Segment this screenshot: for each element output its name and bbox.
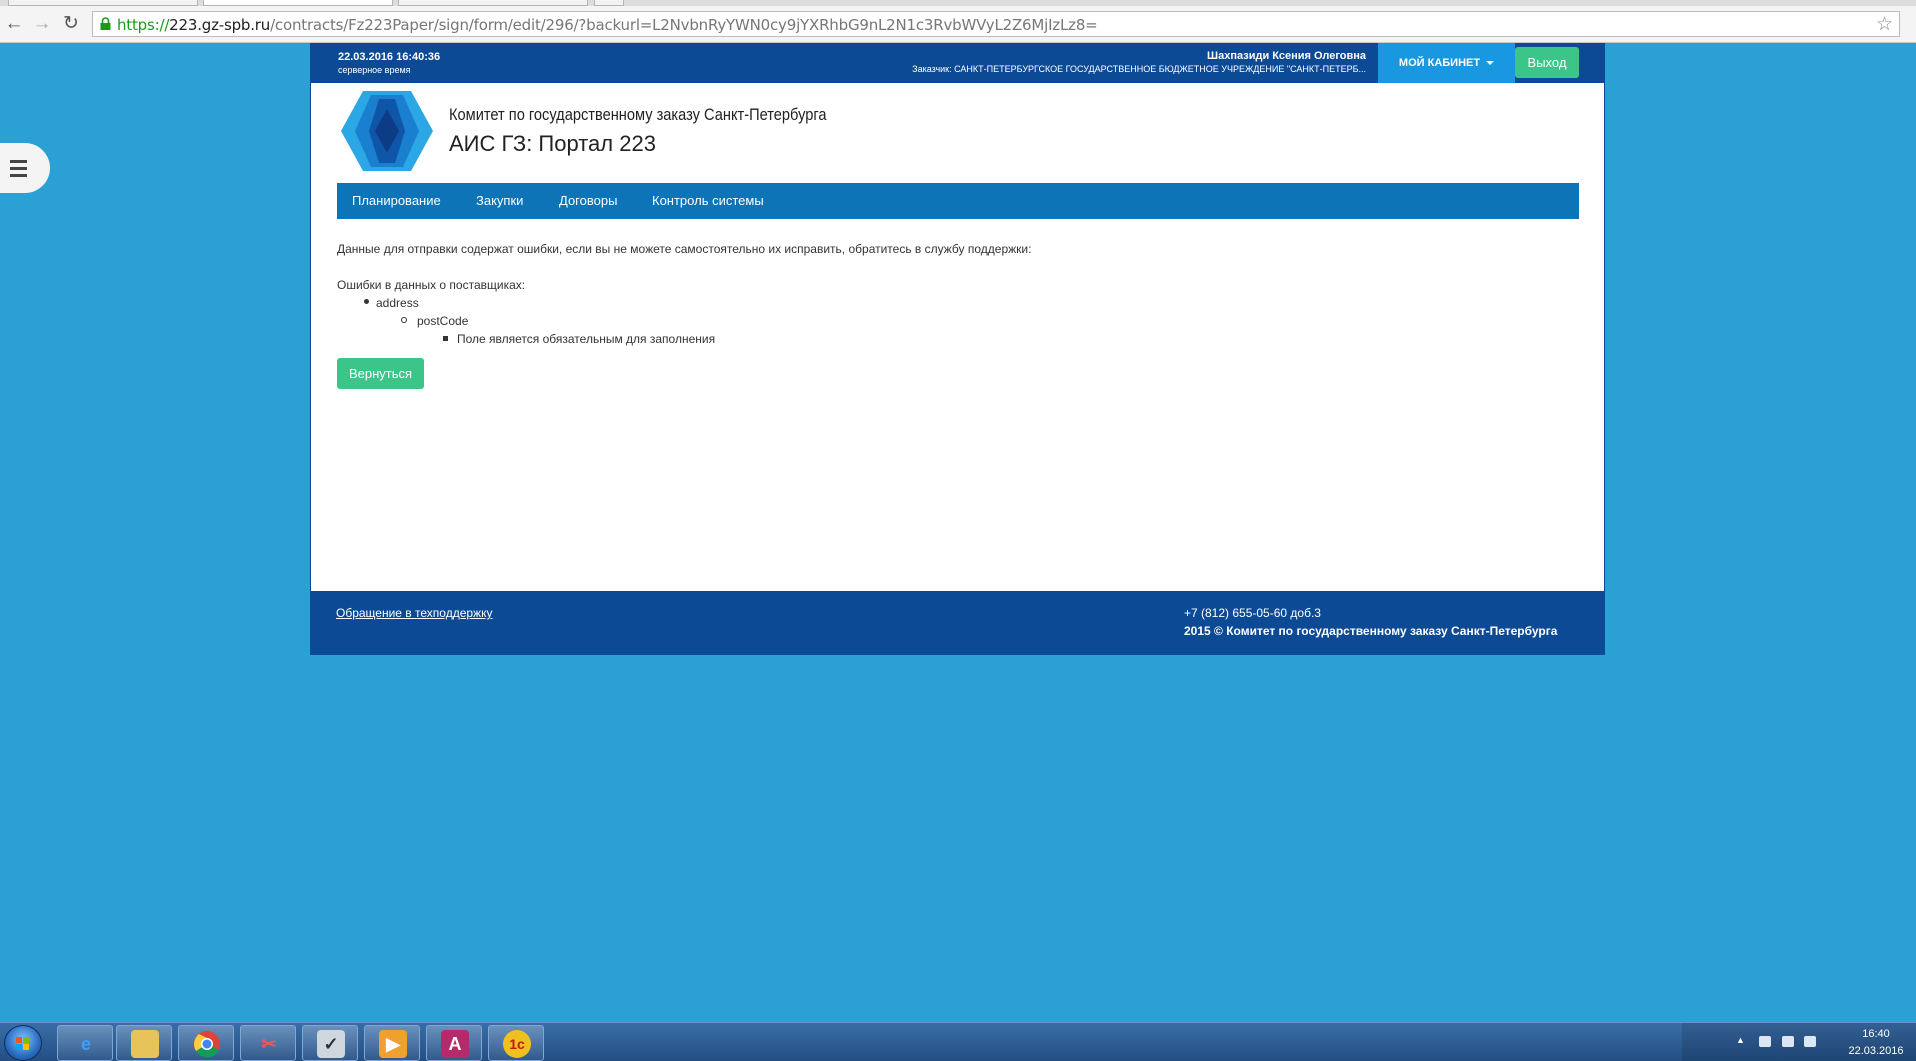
- url-text: https://223.gz-spb.ru/contracts/Fz223Pap…: [117, 16, 1098, 34]
- page-panel: 22.03.2016 16:40:36 серверное время Шахп…: [310, 43, 1605, 655]
- customer-name: Заказчик: САНКТ-ПЕТЕРБУРГСКОЕ ГОСУДАРСТВ…: [912, 64, 1366, 74]
- snipping-tool-icon: ✂: [261, 1034, 277, 1054]
- network-icon[interactable]: [1782, 1036, 1794, 1047]
- 1c-icon: 1c: [503, 1030, 531, 1058]
- nav-item-contracts[interactable]: Договоры: [559, 183, 617, 219]
- taskbar-app-crypto[interactable]: ✓: [302, 1025, 358, 1061]
- taskbar-app-1c[interactable]: 1c: [488, 1025, 544, 1061]
- taskbar-app-media[interactable]: ▶: [364, 1025, 420, 1061]
- file-explorer-icon: [131, 1030, 159, 1058]
- my-cabinet-dropdown[interactable]: МОЙ КАБИНЕТ: [1378, 43, 1515, 83]
- org-title: Комитет по государственному заказу Санкт…: [449, 105, 827, 124]
- taskbar-app-explorer[interactable]: [116, 1025, 172, 1061]
- volume-icon[interactable]: [1804, 1036, 1816, 1047]
- taskbar-app-ie[interactable]: e: [57, 1025, 113, 1061]
- windows-logo-icon: [16, 1037, 29, 1050]
- start-button[interactable]: [4, 1025, 42, 1061]
- bullet-icon: [364, 299, 369, 304]
- crypto-tool-icon: ✓: [317, 1030, 345, 1058]
- lock-icon: [100, 17, 111, 30]
- server-time: 22.03.2016 16:40:36: [338, 51, 441, 63]
- sidebar-toggle-button[interactable]: [0, 143, 50, 193]
- caret-down-icon: [1486, 61, 1495, 66]
- nav-item-purchases[interactable]: Закупки: [476, 183, 523, 219]
- committee-logo: [341, 91, 433, 171]
- errors-title: Ошибки в данных о поставщиках:: [337, 278, 526, 292]
- my-cabinet-label: МОЙ КАБИНЕТ: [1398, 57, 1481, 69]
- taskbar-app-chrome[interactable]: [178, 1025, 234, 1061]
- forward-arrow-icon[interactable]: →: [30, 12, 54, 36]
- address-bar[interactable]: https://223.gz-spb.ru/contracts/Fz223Pap…: [92, 11, 1900, 37]
- user-name: Шахпазиди Ксения Олеговна: [1207, 50, 1366, 62]
- error-message: Данные для отправки содержат ошибки, есл…: [337, 242, 1032, 256]
- footer: Обращение в техподдержку +7 (812) 655-05…: [310, 591, 1605, 655]
- system-tray: ▲ 16:40 22.03.2016: [1682, 1023, 1916, 1061]
- clock-time[interactable]: 16:40: [1846, 1028, 1906, 1040]
- internet-explorer-icon: e: [80, 1034, 91, 1054]
- back-arrow-icon[interactable]: ←: [2, 12, 26, 36]
- browser-toolbar: ← → ↻ https://223.gz-spb.ru/contracts/Fz…: [0, 6, 1916, 43]
- bullet-icon: [443, 336, 448, 341]
- bookmark-star-icon[interactable]: ☆: [1876, 13, 1893, 36]
- windows-taskbar: e ✂ ✓ ▶ A 1c ▲ 16:40 22.03.2016: [0, 1022, 1916, 1061]
- taskbar-app-snipping[interactable]: ✂: [240, 1025, 296, 1061]
- portal-title: АИС ГЗ: Портал 223: [449, 131, 656, 156]
- back-button[interactable]: Вернуться: [337, 358, 424, 389]
- top-bar: 22.03.2016 16:40:36 серверное время Шахп…: [311, 43, 1604, 83]
- chrome-icon: [194, 1031, 220, 1058]
- media-player-icon: ▶: [379, 1030, 407, 1058]
- support-phone: +7 (812) 655-05-60 доб.3: [1184, 606, 1321, 620]
- bullet-icon: [401, 317, 407, 323]
- server-time-label: серверное время: [338, 65, 411, 75]
- taskbar-app-access[interactable]: A: [426, 1025, 482, 1061]
- main-nav: Планирование Закупки Договоры Контроль с…: [337, 183, 1579, 219]
- chevron-up-icon[interactable]: ▲: [1736, 1035, 1748, 1046]
- nav-item-planning[interactable]: Планирование: [352, 183, 441, 219]
- clock-date[interactable]: 22.03.2016: [1846, 1045, 1906, 1057]
- nav-item-system-control[interactable]: Контроль системы: [652, 183, 764, 219]
- logout-button[interactable]: Выход: [1515, 47, 1579, 78]
- error-field-level2: postCode: [417, 314, 469, 328]
- reload-icon[interactable]: ↻: [59, 12, 83, 36]
- flag-icon[interactable]: [1759, 1036, 1771, 1047]
- support-link[interactable]: Обращение в техподдержку: [336, 606, 492, 620]
- access-icon: A: [441, 1030, 469, 1058]
- copyright: 2015 © Комитет по государственному заказ…: [1184, 624, 1558, 638]
- error-field-level1: address: [376, 296, 419, 310]
- error-field-level3: Поле является обязательным для заполнени…: [457, 332, 716, 346]
